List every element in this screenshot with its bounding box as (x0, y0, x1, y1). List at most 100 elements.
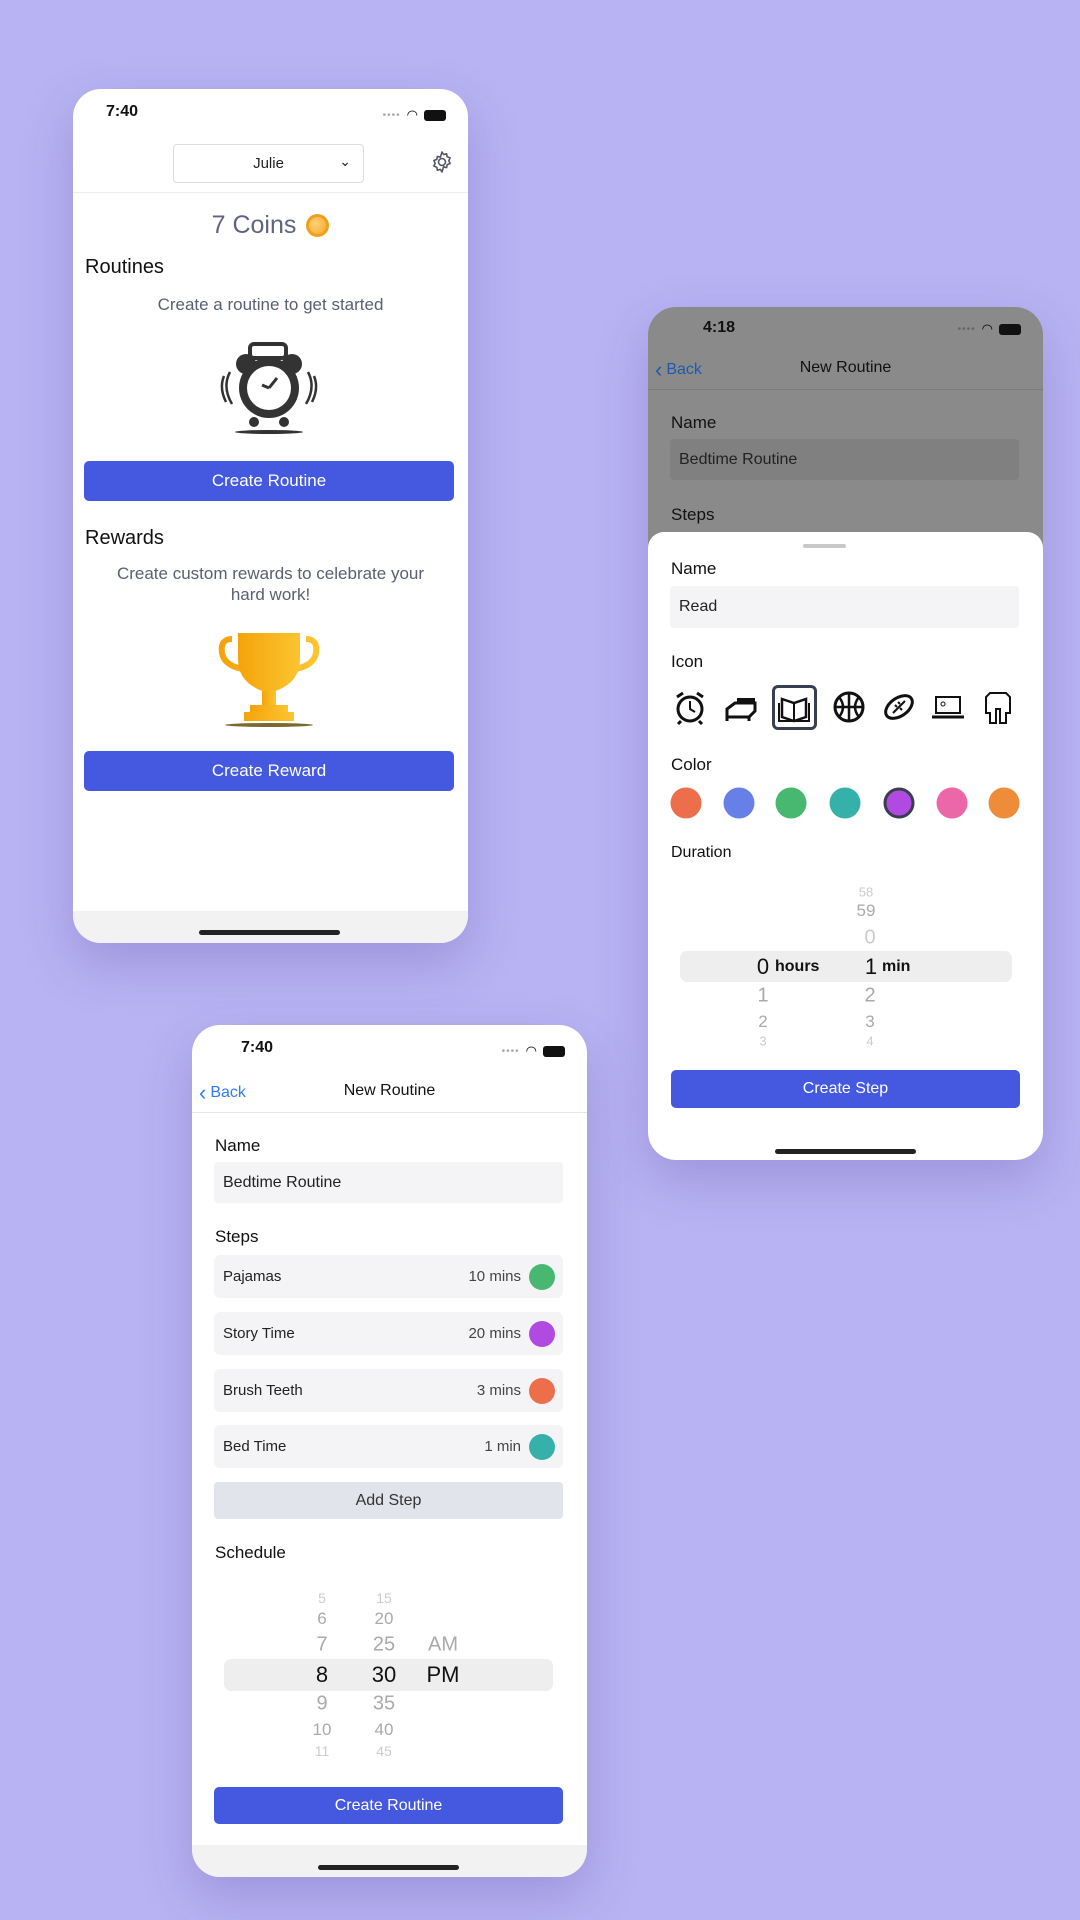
step-row[interactable]: Bed Time 1 min (214, 1425, 563, 1468)
picker-minute[interactable]: 45 (376, 1743, 392, 1759)
duration-picker-highlight (680, 951, 1012, 982)
bottom-bar (192, 1845, 587, 1877)
name-label: Name (671, 559, 717, 578)
football-icon[interactable] (881, 689, 917, 725)
picker-minutes[interactable]: 4 (866, 1034, 873, 1049)
name-label: Name (215, 1136, 261, 1155)
picker-minute-selected[interactable]: 30 (372, 1662, 396, 1688)
profile-select[interactable]: Julie ⌄ (173, 144, 364, 183)
basketball-icon[interactable] (831, 689, 867, 725)
picker-minute[interactable]: 35 (373, 1693, 395, 1716)
create-reward-button[interactable]: Create Reward (84, 751, 454, 791)
step-color-dot (529, 1263, 555, 1290)
picker-hour[interactable]: 7 (316, 1634, 327, 1657)
chevron-down-icon: ⌄ (339, 153, 351, 169)
rewards-empty-line-2: hard work! (230, 585, 311, 604)
picker-minute[interactable]: 15 (376, 1590, 392, 1606)
picker-minutes[interactable]: 3 (865, 1012, 874, 1032)
gear-icon[interactable] (430, 150, 454, 174)
picker-minutes[interactable]: 58 (859, 885, 873, 900)
profile-select-value: Julie (253, 155, 284, 172)
routines-empty-text: Create a routine to get started (157, 295, 384, 314)
picker-hour[interactable]: 10 (313, 1720, 332, 1740)
picker-hour-selected[interactable]: 8 (316, 1662, 328, 1688)
picker-hour[interactable]: 6 (317, 1609, 326, 1629)
steps-label: Steps (215, 1227, 259, 1246)
picker-minute[interactable]: 25 (373, 1634, 395, 1657)
home-indicator (318, 1865, 459, 1870)
step-duration: 10 mins (468, 1268, 521, 1285)
laptop-icon[interactable] (930, 689, 966, 725)
bg-steps-label: Steps (671, 505, 715, 524)
picker-period[interactable]: AM (428, 1634, 458, 1657)
status-icons: •••• ◠ (502, 1043, 565, 1059)
book-icon[interactable] (776, 689, 812, 725)
create-routine-button[interactable]: Create Routine (84, 461, 454, 501)
wifi-icon: ◠ (981, 321, 993, 336)
step-duration: 20 mins (468, 1325, 521, 1342)
step-row[interactable]: Brush Teeth 3 mins (214, 1369, 563, 1412)
picker-hour[interactable]: 5 (318, 1590, 326, 1606)
name-input[interactable]: Bedtime Routine (214, 1162, 563, 1203)
battery-icon (999, 323, 1021, 335)
coin-icon (306, 214, 330, 237)
minutes-unit: min (882, 958, 911, 975)
picker-hours[interactable]: 3 (759, 1034, 766, 1049)
home-indicator (199, 930, 340, 935)
pajamas-icon[interactable] (980, 689, 1016, 725)
step-color-dot (529, 1320, 555, 1347)
schedule-label: Schedule (215, 1543, 286, 1562)
status-time: 7:40 (106, 103, 139, 120)
picker-minutes[interactable]: 2 (864, 985, 875, 1008)
home-screen: 7:40 •••• ◠ Julie ⌄ 7 Coins Routines Crea… (73, 89, 468, 943)
color-swatch-green[interactable] (775, 787, 807, 819)
create-routine-button[interactable]: Create Routine (214, 1787, 563, 1824)
step-color-dot (529, 1377, 555, 1404)
picker-minutes[interactable]: 0 (864, 927, 875, 950)
status-icons: •••• ◠ (383, 107, 446, 123)
picker-hours[interactable]: 2 (758, 1012, 767, 1032)
color-label: Color (671, 755, 712, 774)
color-swatch-purple-selected[interactable] (883, 787, 915, 819)
wifi-icon: ◠ (406, 107, 418, 122)
step-row[interactable]: Pajamas 10 mins (214, 1255, 563, 1298)
step-row[interactable]: Story Time 20 mins (214, 1312, 563, 1355)
bg-name-label: Name (671, 413, 717, 432)
color-swatch-teal[interactable] (829, 787, 861, 819)
color-swatch-blue[interactable] (723, 787, 755, 819)
picker-period-selected[interactable]: PM (427, 1662, 460, 1688)
status-icons: •••• ◠ (958, 321, 1021, 337)
sheet-drag-handle[interactable] (803, 544, 846, 548)
create-step-button[interactable]: Create Step (671, 1070, 1020, 1108)
add-step-button[interactable]: Add Step (214, 1482, 563, 1519)
status-time: 4:18 (703, 319, 736, 336)
status-time: 7:40 (241, 1039, 274, 1056)
step-color-dot (529, 1433, 555, 1460)
step-name: Pajamas (223, 1268, 282, 1285)
step-name: Bed Time (223, 1438, 287, 1455)
picker-hours[interactable]: 1 (757, 985, 768, 1008)
picker-hours-selected[interactable]: 0 (757, 954, 769, 980)
picker-minutes[interactable]: 59 (857, 901, 876, 921)
color-swatch-pink[interactable] (936, 787, 968, 819)
new-routine-screen: 7:40 •••• ◠ ‹ Back New Routine Name Bedtim… (192, 1025, 587, 1877)
nav-title: New Routine (343, 1082, 436, 1099)
color-swatch-orange-red[interactable] (670, 787, 702, 819)
step-name-input[interactable]: Read (670, 586, 1019, 628)
picker-hour[interactable]: 11 (315, 1743, 330, 1759)
picker-minute[interactable]: 20 (375, 1609, 394, 1629)
coins-display: 7 Coins (73, 211, 468, 240)
nav-divider (648, 389, 1043, 390)
bg-name-input: Bedtime Routine (670, 439, 1019, 480)
bed-icon[interactable] (723, 689, 759, 725)
picker-minutes-selected[interactable]: 1 (865, 954, 877, 980)
trophy-icon (218, 633, 320, 727)
alarm-clock-icon[interactable] (672, 689, 708, 725)
battery-icon (543, 1045, 565, 1057)
color-swatch-orange[interactable] (988, 787, 1020, 819)
duration-label: Duration (671, 844, 732, 861)
picker-minute[interactable]: 40 (375, 1720, 394, 1740)
coins-count: 7 Coins (211, 211, 297, 239)
wifi-icon: ◠ (525, 1043, 537, 1058)
picker-hour[interactable]: 9 (316, 1693, 327, 1716)
